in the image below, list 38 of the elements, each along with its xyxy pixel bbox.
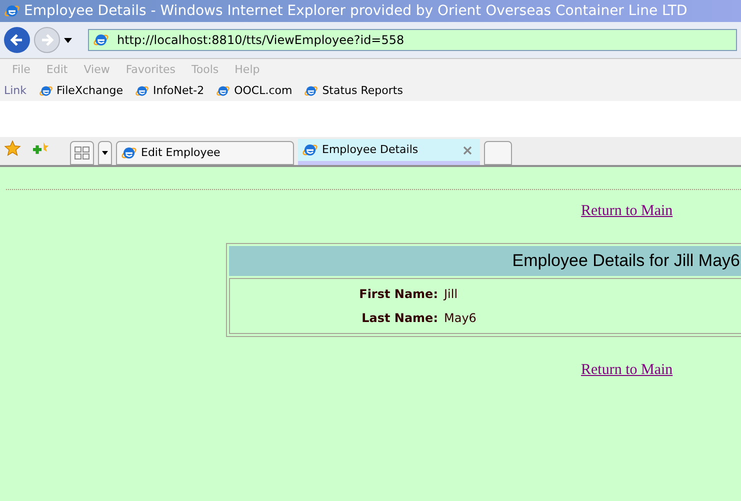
window-title: Employee Details - Windows Internet Explorer provided by Orient Overseas Container Line LTD <box>24 2 688 20</box>
forward-arrow-icon <box>40 33 54 47</box>
browser-logo-icon <box>93 32 109 48</box>
browser-logo-icon <box>4 3 20 19</box>
browser-logo-icon <box>121 145 137 161</box>
links-label: Link <box>4 82 27 99</box>
tab-title: Employee Details <box>322 142 420 158</box>
link-bar-item[interactable]: FileXchange <box>38 82 123 100</box>
new-tab-button[interactable] <box>484 141 512 165</box>
tab-list-button[interactable] <box>98 141 112 165</box>
details-heading: Employee Details for Jill May6 <box>512 250 740 272</box>
back-arrow-icon <box>10 33 24 47</box>
address-url: http://localhost:8810/tts/ViewEmployee?id=558 <box>117 32 404 49</box>
link-bar-item[interactable]: Status Reports <box>304 82 403 100</box>
favorites-star-icon[interactable] <box>4 140 21 157</box>
browser-logo-icon <box>302 142 318 158</box>
browser-logo-icon <box>216 84 230 98</box>
link-bar-item[interactable]: InfoNet-2 <box>134 82 204 100</box>
browser-logo-icon <box>38 84 53 98</box>
link-bar-item[interactable]: OOCL.com <box>216 82 292 100</box>
browser-logo-icon <box>304 84 318 98</box>
grid-icon <box>74 146 90 160</box>
caret-icon <box>102 151 108 155</box>
field-label: First Name: <box>358 286 438 302</box>
return-link[interactable]: Return to Main <box>581 203 673 219</box>
close-icon[interactable] <box>463 146 472 154</box>
tab-title: Edit Employee <box>141 144 222 161</box>
field-value: Jill <box>444 286 459 302</box>
add-favorite-icon[interactable] <box>33 140 50 157</box>
browser-logo-icon <box>134 84 149 98</box>
return-link[interactable]: Return to Main <box>581 362 673 378</box>
browser-tab[interactable]: Employee Details <box>298 139 480 165</box>
back-button[interactable] <box>4 27 30 53</box>
browser-tab[interactable]: Edit Employee <box>116 141 294 165</box>
field-label: Last Name: <box>360 310 438 326</box>
field-value: May6 <box>444 310 478 326</box>
dropdown-caret-icon[interactable] <box>64 38 72 42</box>
address-field[interactable]: http://localhost:8810/tts/ViewEmployee?id=558 <box>88 29 737 51</box>
